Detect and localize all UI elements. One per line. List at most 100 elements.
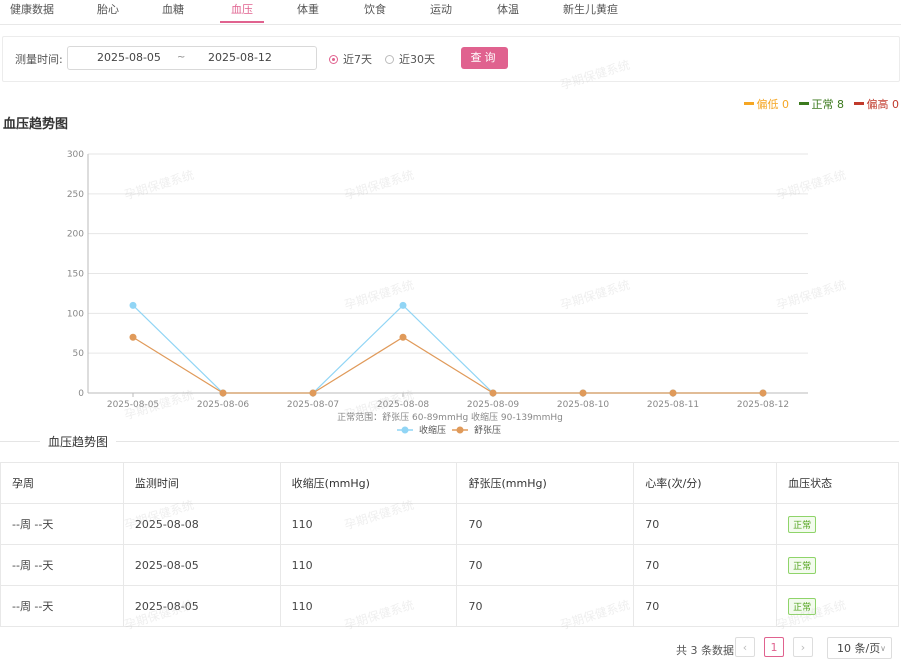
tab-health-data[interactable]: 健康数据 [10,1,54,17]
data-point [489,389,497,397]
cell-diastolic: 70 [456,544,635,586]
cell-systolic: 110 [279,544,458,586]
header-monitor-time: 监测时间 [122,462,281,504]
x-tick-label: 2025-08-08 [377,400,430,410]
y-tick-label: 200 [67,230,84,240]
x-tick-label: 2025-08-09 [467,400,520,410]
radio-unchecked-icon [385,55,394,64]
cell-diastolic: 70 [456,585,635,627]
blood-pressure-line-chart: 0 50 100 150 200 250 300 2025-08-05 2025-08-06 20… [67,150,808,436]
status-badge: 正常 [788,556,817,574]
legend-normal-swatch [798,102,809,105]
x-tick-label: 2025-08-12 [737,400,789,410]
status-legend: 偏低 0 正常 8 偏高 0 [738,96,900,112]
data-point [399,301,407,309]
date-separator: ~ [177,52,186,63]
end-date[interactable]: 2025-08-12 [208,51,272,64]
legend-high-swatch [853,102,864,105]
y-tick-label: 0 [78,389,84,399]
x-tick-label: 2025-08-11 [647,400,699,410]
legend-low[interactable]: 偏低 0 [743,98,789,111]
page-size-value: 10 条/页 [837,642,881,655]
cell-bp-status: 正常 [776,503,899,545]
query-button[interactable]: 查询 [461,47,508,69]
series-line-1 [132,336,763,394]
tab-weight[interactable]: 体重 [297,1,319,17]
series-line-0 [132,304,763,394]
legend-high[interactable]: 偏高 0 [853,98,900,111]
tab-diet[interactable]: 饮食 [364,1,386,17]
header-diastolic: 舒张压(mmHg) [456,462,635,504]
legend-normal[interactable]: 正常 8 [798,98,845,111]
section-title: 血压趋势图 [40,433,117,450]
y-tick-label: 150 [67,270,84,280]
y-tick-label: 50 [73,349,85,359]
x-tick-label: 2025-08-05 [107,400,159,410]
radio-last-7-days[interactable]: 近7天 [329,51,372,67]
tab-bar: 健康数据 胎心 血糖 血压 体重 饮食 运动 体温 新生儿黄疸 [0,0,901,25]
cell-diastolic: 70 [456,503,635,545]
cell-bp-status: 正常 [776,544,899,586]
status-badge: 正常 [788,515,817,533]
x-tick-label: 2025-08-10 [557,400,610,410]
measure-time-label: 测量时间: [15,53,63,66]
legend-label: 收缩压 [419,424,446,436]
legend-marker [456,426,464,434]
cell-heart-rate: 70 [633,544,778,586]
data-point [579,389,587,397]
page-size-select[interactable]: 10 条/页 ∨ [827,637,892,659]
data-point [129,301,137,309]
table-row[interactable]: --周 --天 2025-08-05 110 70 70 正常 [0,585,899,627]
data-point [759,389,767,397]
next-page-button[interactable]: › [793,637,813,657]
legend-label: 舒张压 [474,424,501,436]
pagination: 共 3 条数据 ‹ 1 › 10 条/页 ∨ [0,637,901,661]
header-systolic: 收缩压(mmHg) [279,462,458,504]
header-bp-status: 血压状态 [776,462,899,504]
start-date[interactable]: 2025-08-05 [97,51,161,64]
cell-gestational-week: --周 --天 [0,585,124,627]
cell-gestational-week: --周 --天 [0,503,124,545]
tab-neonatal-jaundice[interactable]: 新生儿黄疸 [563,1,618,17]
tab-blood-sugar[interactable]: 血糖 [162,1,184,17]
x-axis-label: 正常范围：舒张压 60-89mmHg 收缩压 90-139mmHg [337,411,563,423]
data-point [669,389,677,397]
x-tick-label: 2025-08-07 [287,400,339,410]
table-row[interactable]: --周 --天 2025-08-08 110 70 70 正常 [0,503,899,545]
page-1-button[interactable]: 1 [764,637,784,657]
y-tick-label: 250 [67,190,84,200]
data-point [399,333,407,341]
cell-monitor-time: 2025-08-08 [122,503,281,545]
cell-gestational-week: --周 --天 [0,544,124,586]
x-tick-label: 2025-08-06 [197,400,250,410]
radio-last-7-days-label: 近7天 [343,53,372,66]
tab-blood-pressure[interactable]: 血压 [231,1,253,17]
y-tick-label: 300 [67,150,84,160]
data-point [129,333,137,341]
header-heart-rate: 心率(次/分) [633,462,778,504]
date-range-picker[interactable]: 2025-08-05 ~ 2025-08-12 [67,46,317,70]
radio-checked-icon [329,55,338,64]
y-tick-label: 100 [67,309,84,319]
table-row[interactable]: --周 --天 2025-08-05 110 70 70 正常 [0,544,899,586]
cell-monitor-time: 2025-08-05 [122,544,281,586]
tab-temperature[interactable]: 体温 [497,1,519,17]
cell-heart-rate: 70 [633,585,778,627]
cell-monitor-time: 2025-08-05 [122,585,281,627]
legend-marker [401,426,409,434]
cell-bp-status: 正常 [776,585,899,627]
section-divider [0,441,899,442]
filter-bar: 测量时间: 2025-08-05 ~ 2025-08-12 近7天 近30天 查… [2,36,900,82]
tab-exercise[interactable]: 运动 [430,1,452,17]
legend-normal-label: 正常 8 [811,98,845,111]
prev-page-button[interactable]: ‹ [735,637,755,657]
data-point [219,389,227,397]
header-gestational-week: 孕周 [0,462,124,504]
cell-heart-rate: 70 [633,503,778,545]
chevron-down-icon: ∨ [880,644,886,653]
tab-fetal-heart[interactable]: 胎心 [97,1,119,17]
legend-high-label: 偏高 0 [866,98,900,111]
radio-last-30-days[interactable]: 近30天 [385,51,435,67]
data-point [309,389,317,397]
radio-last-30-days-label: 近30天 [399,53,435,66]
